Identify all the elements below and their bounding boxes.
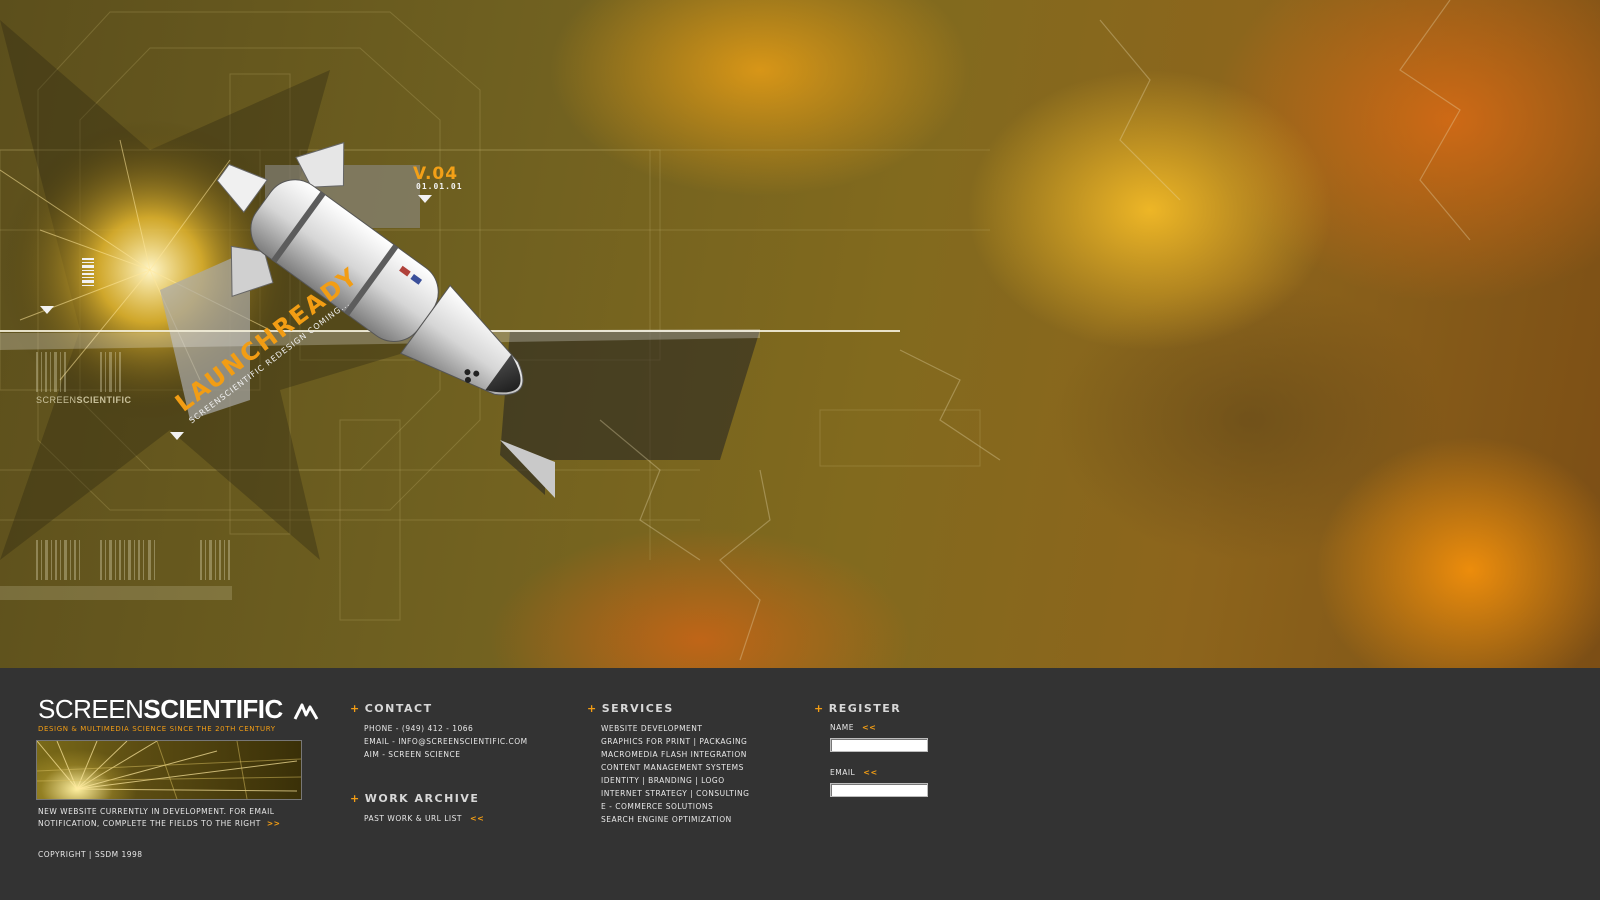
contact-heading-text: Contact bbox=[364, 702, 433, 715]
notice-line-2-text: notification, complete the fields to the… bbox=[38, 819, 261, 828]
name-label-text: Name bbox=[830, 723, 854, 732]
contact-heading: + Contact bbox=[350, 702, 433, 715]
register-heading-text: Register bbox=[828, 702, 902, 715]
hero-brand-mark: SCREENSCIENTIFIC bbox=[36, 395, 132, 405]
work-archive-heading-text: Work Archive bbox=[364, 792, 480, 805]
name-label: Name << bbox=[830, 723, 876, 732]
work-archive-link[interactable]: Past Work & URL List << bbox=[364, 812, 484, 825]
thumbnail-burst bbox=[37, 741, 301, 799]
left-arrow-icon: << bbox=[861, 723, 877, 732]
services-list: Website Development Graphics for Print |… bbox=[601, 722, 749, 826]
version-label: V.04 bbox=[413, 164, 459, 184]
brand-block: SCREENSCIENTIFIC Design & Multimedia Sci… bbox=[38, 696, 319, 733]
flask-logo-icon bbox=[293, 703, 318, 720]
development-notice: New website currently in development. Fo… bbox=[38, 806, 318, 830]
contact-aim: AIM - Screen Science bbox=[364, 750, 461, 759]
service-item: Website Development bbox=[601, 724, 703, 733]
service-item: Internet Strategy | Consulting bbox=[601, 789, 750, 798]
notice-arrow[interactable]: >> bbox=[267, 819, 281, 828]
plus-icon: + bbox=[587, 702, 598, 715]
hero-banner: V.04 01.01.01 LAUNCHREADY SCREENSCIENTIF… bbox=[0, 0, 1600, 668]
left-arrow-icon[interactable]: << bbox=[470, 814, 484, 823]
service-item: E - Commerce Solutions bbox=[601, 802, 714, 811]
service-item: Identity | Branding | Logo bbox=[601, 776, 725, 785]
hero-brand-bold: SCIENTIFIC bbox=[76, 395, 132, 405]
hero-artwork bbox=[0, 0, 1471, 661]
services-heading: + Services bbox=[587, 702, 674, 715]
tagline: Design & Multimedia Science Since the 20… bbox=[38, 725, 276, 733]
plus-icon: + bbox=[350, 792, 361, 805]
version-date: 01.01.01 bbox=[416, 182, 463, 191]
plus-icon: + bbox=[814, 702, 825, 715]
email-label: Email << bbox=[830, 768, 878, 777]
logo-bold-text: SCIENTIFIC bbox=[143, 694, 283, 724]
hero-brand-light: SCREEN bbox=[36, 395, 77, 405]
register-heading: + Register bbox=[814, 702, 901, 715]
work-archive-heading: + Work Archive bbox=[350, 792, 479, 805]
contact-phone: Phone - (949) 412 - 1066 bbox=[364, 724, 474, 733]
service-item: Graphics for Print | Packaging bbox=[601, 737, 748, 746]
left-arrow-icon: << bbox=[863, 768, 878, 777]
work-archive-link-text[interactable]: Past Work & URL List bbox=[364, 814, 462, 823]
services-heading-text: Services bbox=[601, 702, 674, 715]
service-item: Search Engine Optimization bbox=[601, 815, 732, 824]
contact-list: Phone - (949) 412 - 1066 Email - info@sc… bbox=[364, 722, 528, 761]
footer-panel: SCREENSCIENTIFIC Design & Multimedia Sci… bbox=[0, 668, 1600, 900]
email-label-text: Email bbox=[830, 768, 856, 777]
work-archive-list: Past Work & URL List << bbox=[364, 812, 484, 825]
logo-light-text: SCREEN bbox=[38, 694, 144, 724]
plus-icon: + bbox=[350, 702, 361, 715]
contact-email[interactable]: Email - info@screenscientific.com bbox=[364, 735, 528, 748]
notice-line-2: notification, complete the fields to the… bbox=[38, 818, 318, 830]
service-item: Content Management Systems bbox=[601, 763, 744, 772]
name-field[interactable] bbox=[830, 738, 928, 752]
notice-line-1: New website currently in development. Fo… bbox=[38, 807, 275, 816]
triangle-marker bbox=[418, 195, 432, 203]
site-logo[interactable]: SCREENSCIENTIFIC bbox=[38, 696, 319, 722]
service-item: Macromedia Flash Integration bbox=[601, 750, 747, 759]
copyright: Copyright | SSDM 1998 bbox=[38, 850, 143, 859]
email-field[interactable] bbox=[830, 783, 928, 797]
preview-thumbnail bbox=[36, 740, 302, 800]
